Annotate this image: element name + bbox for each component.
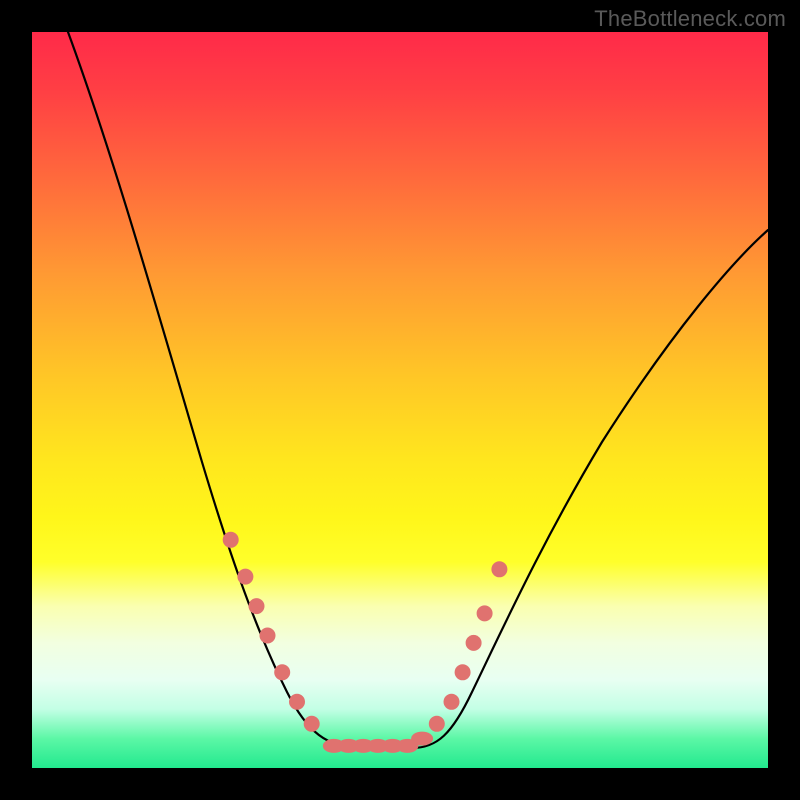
chart-frame: TheBottleneck.com — [0, 0, 800, 800]
curve-marker-dot — [491, 561, 507, 577]
curve-marker-dot — [455, 664, 471, 680]
curve-marker-dot — [249, 598, 265, 614]
bottleneck-curve-path — [68, 32, 768, 748]
curve-marker-dot — [260, 628, 276, 644]
curve-marker-dot — [411, 732, 433, 746]
curve-marker-dot — [223, 532, 239, 548]
curve-marker-dot — [237, 569, 253, 585]
curve-marker-dot — [304, 716, 320, 732]
curve-marker-dot — [466, 635, 482, 651]
curve-marker-dot — [444, 694, 460, 710]
curve-marker-dot — [429, 716, 445, 732]
bottleneck-curve-svg — [32, 32, 768, 768]
curve-marker-dot — [289, 694, 305, 710]
watermark-text: TheBottleneck.com — [594, 6, 786, 32]
plot-area — [32, 32, 768, 768]
marker-group — [223, 532, 508, 753]
curve-marker-dot — [274, 664, 290, 680]
curve-marker-dot — [477, 605, 493, 621]
